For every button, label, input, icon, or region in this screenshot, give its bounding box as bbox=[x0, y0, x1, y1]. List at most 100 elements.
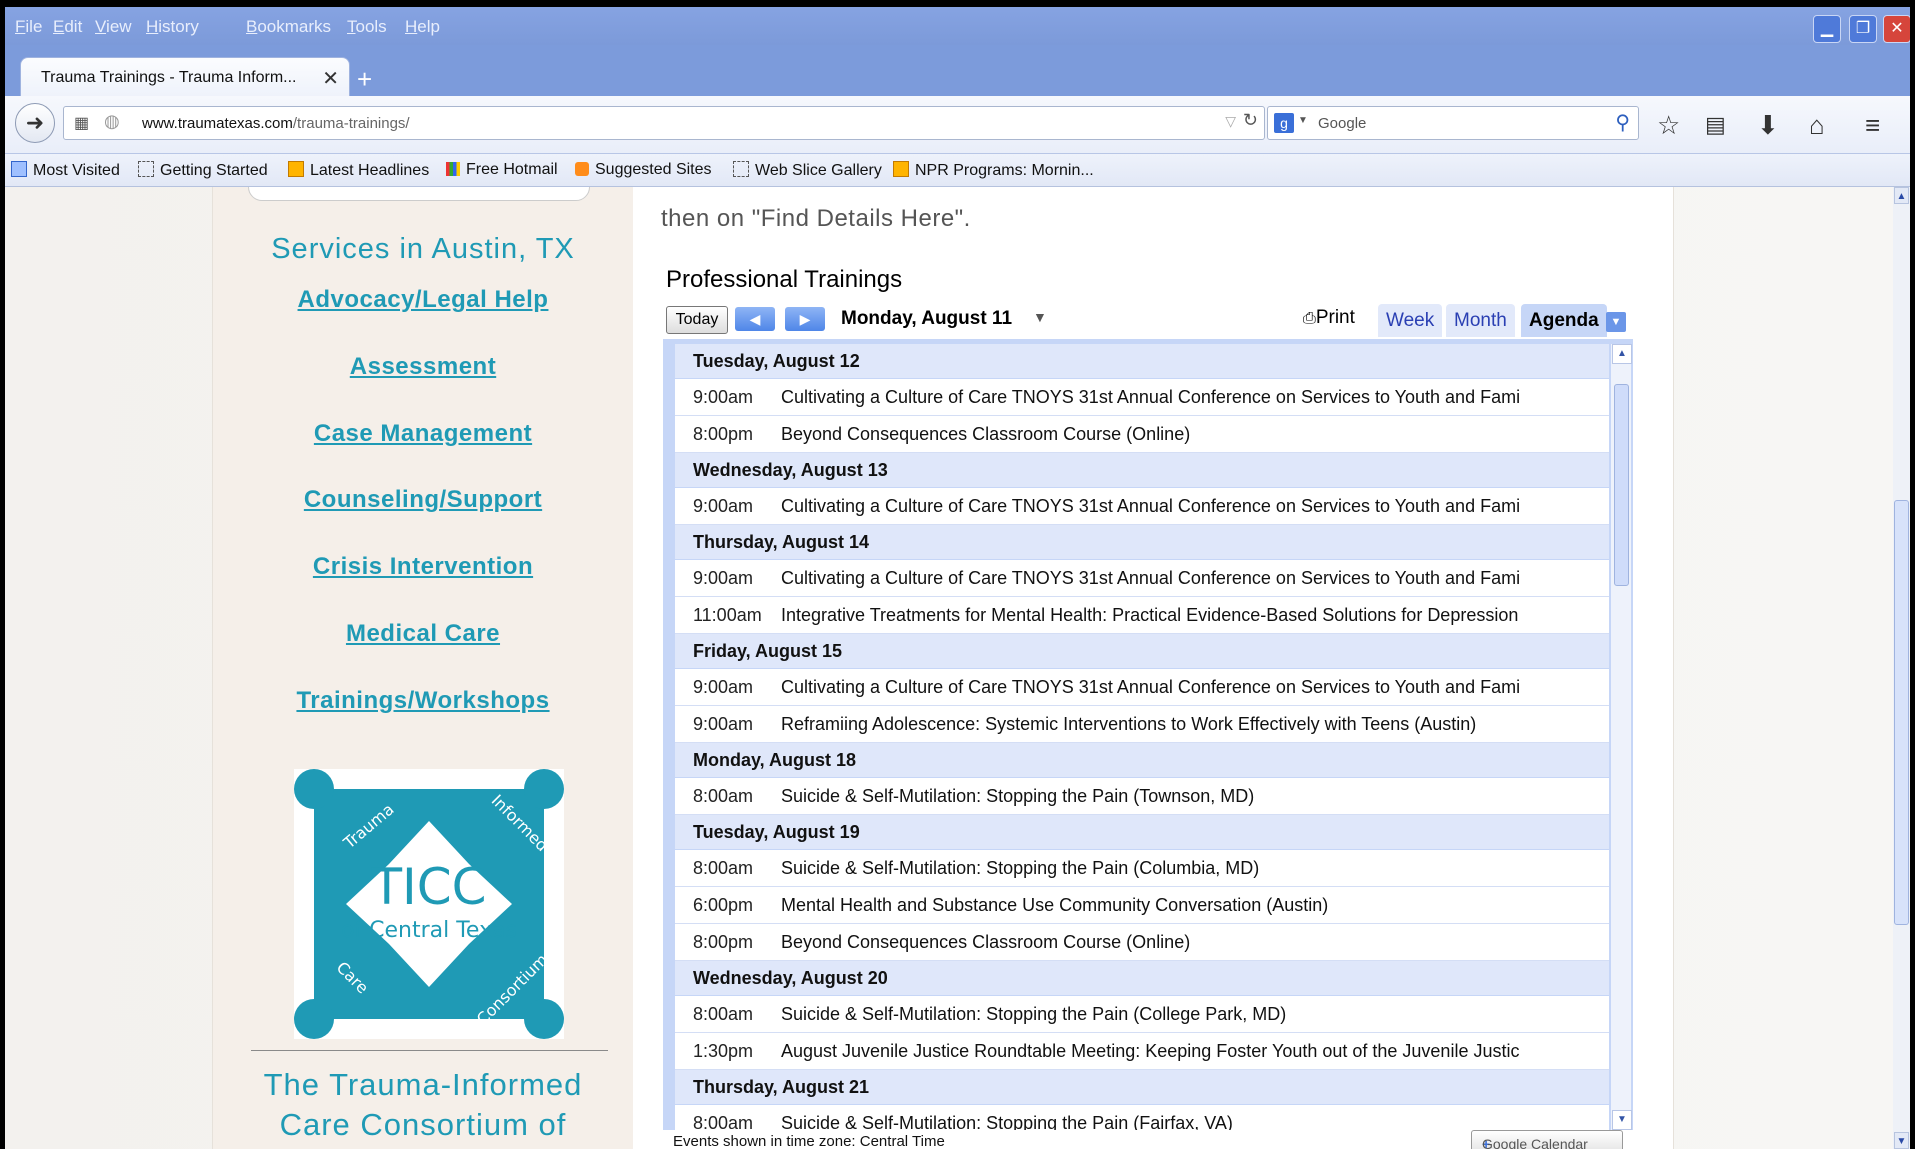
event-title[interactable]: Cultivating a Culture of Care TNOYS 31st… bbox=[781, 488, 1520, 524]
page-scroll-thumb[interactable] bbox=[1894, 500, 1909, 925]
tab-month[interactable]: Month bbox=[1446, 304, 1515, 337]
sidebar-link-advocacy[interactable]: Advocacy/Legal Help bbox=[213, 286, 633, 314]
close-window-button[interactable]: ✕ bbox=[1883, 15, 1910, 43]
agenda-event-row[interactable]: 9:00am Cultivating a Culture of Care TNOY… bbox=[675, 560, 1609, 597]
restore-button[interactable]: ❐ bbox=[1849, 15, 1877, 43]
event-title[interactable]: Mental Health and Substance Use Communit… bbox=[781, 887, 1328, 923]
page-scrollbar[interactable]: ▲ ▼ bbox=[1893, 187, 1910, 1149]
agenda-event-row[interactable]: 9:00am Reframiing Adolescence: Systemic I… bbox=[675, 706, 1609, 743]
event-title[interactable]: Beyond Consequences Classroom Course (On… bbox=[781, 924, 1190, 960]
browser-tab[interactable]: Trauma Trainings - Trauma Inform... ✕ bbox=[20, 57, 350, 98]
bookmark-star-icon[interactable]: ☆ bbox=[1657, 110, 1680, 141]
event-title[interactable]: Suicide & Self-Mutilation: Stopping the … bbox=[781, 778, 1254, 814]
search-icon[interactable]: ⚲ bbox=[1615, 110, 1630, 135]
agenda-day-header: Wednesday, August 13 bbox=[675, 453, 1609, 488]
search-placeholder: Google bbox=[1318, 115, 1367, 132]
event-title[interactable]: Cultivating a Culture of Care TNOYS 31st… bbox=[781, 560, 1520, 596]
event-title[interactable]: Cultivating a Culture of Care TNOYS 31st… bbox=[781, 379, 1520, 415]
google-calendar-label: Google Calendar bbox=[1482, 1136, 1588, 1149]
menu-help[interactable]: Help bbox=[405, 17, 440, 37]
new-tab-icon[interactable]: + bbox=[357, 64, 372, 95]
bookmark-item[interactable]: Free Hotmail bbox=[446, 161, 558, 179]
engine-dropdown-icon[interactable]: ▼ bbox=[1298, 115, 1308, 126]
menu-edit[interactable]: Edit bbox=[53, 17, 82, 37]
url-text[interactable]: www.traumatexas.com/trauma-trainings/ bbox=[142, 115, 410, 132]
bookmark-item[interactable]: Getting Started bbox=[138, 161, 268, 180]
agenda-panel: Tuesday, August 12 9:00am Cultivating a Cu… bbox=[663, 339, 1633, 1130]
dropdown-arrow-icon[interactable]: ▽ bbox=[1225, 113, 1236, 130]
event-title[interactable]: Suicide & Self-Mutilation: Stopping the … bbox=[781, 1105, 1233, 1130]
bookmark-item[interactable]: Suggested Sites bbox=[575, 161, 712, 179]
hamburger-menu-icon[interactable]: ≡ bbox=[1865, 110, 1880, 141]
next-button[interactable]: ▶ bbox=[785, 307, 825, 331]
agenda-event-row[interactable]: 8:00am Suicide & Self-Mutilation: Stoppin… bbox=[675, 850, 1609, 887]
sidebar-link-crisis[interactable]: Crisis Intervention bbox=[213, 553, 633, 581]
agenda-list[interactable]: Tuesday, August 12 9:00am Cultivating a Cu… bbox=[675, 344, 1609, 1130]
agenda-event-row[interactable]: 9:00am Cultivating a Culture of Care TNOY… bbox=[675, 669, 1609, 706]
print-button[interactable]: ⎙Print bbox=[1303, 307, 1355, 329]
scroll-down-icon[interactable]: ▼ bbox=[1612, 1110, 1632, 1130]
minimize-button[interactable]: ▁ bbox=[1813, 15, 1841, 43]
view-menu-dropdown-icon[interactable]: ▼ bbox=[1606, 312, 1626, 332]
back-button[interactable]: ➜ bbox=[15, 103, 55, 143]
bookmark-item[interactable]: NPR Programs: Mornin... bbox=[893, 161, 1094, 180]
tab-agenda[interactable]: Agenda bbox=[1521, 304, 1607, 337]
date-picker-dropdown-icon[interactable]: ▼ bbox=[1033, 309, 1047, 325]
agenda-event-row[interactable]: 9:00am Cultivating a Culture of Care TNOY… bbox=[675, 488, 1609, 525]
bookmark-item[interactable]: Latest Headlines bbox=[288, 161, 429, 180]
tab-close-icon[interactable]: ✕ bbox=[322, 66, 339, 91]
bookmarks-menu-icon[interactable]: ▤ bbox=[1705, 112, 1726, 138]
bookmark-item[interactable]: Most Visited bbox=[11, 161, 120, 180]
sidebar-link-medical[interactable]: Medical Care bbox=[213, 620, 633, 648]
today-button[interactable]: Today bbox=[666, 306, 728, 334]
page-scroll-up-icon[interactable]: ▲ bbox=[1894, 187, 1909, 204]
page-scroll-down-icon[interactable]: ▼ bbox=[1894, 1132, 1909, 1149]
home-icon[interactable]: ⌂ bbox=[1809, 110, 1825, 141]
agenda-event-row[interactable]: 8:00am Suicide & Self-Mutilation: Stoppin… bbox=[675, 1105, 1609, 1130]
menu-tools[interactable]: Tools bbox=[347, 17, 387, 37]
event-title[interactable]: Cultivating a Culture of Care TNOYS 31st… bbox=[781, 669, 1520, 705]
sidebar-link-assessment[interactable]: Assessment bbox=[213, 353, 633, 381]
calendar-footer: Events shown in time zone: Central Time … bbox=[663, 1130, 1633, 1149]
tab-week[interactable]: Week bbox=[1378, 304, 1443, 337]
agenda-event-row[interactable]: 8:00pm Beyond Consequences Classroom Cour… bbox=[675, 416, 1609, 453]
event-title[interactable]: Suicide & Self-Mutilation: Stopping the … bbox=[781, 850, 1259, 886]
agenda-day-header: Tuesday, August 19 bbox=[675, 815, 1609, 850]
agenda-event-row[interactable]: 8:00pm Beyond Consequences Classroom Cour… bbox=[675, 924, 1609, 961]
event-title[interactable]: Reframiing Adolescence: Systemic Interve… bbox=[781, 706, 1476, 742]
agenda-event-row[interactable]: 6:00pm Mental Health and Substance Use Co… bbox=[675, 887, 1609, 924]
suggested-sites-icon bbox=[575, 162, 589, 176]
sidebar-link-counseling[interactable]: Counseling/Support bbox=[213, 486, 633, 514]
event-title[interactable]: Beyond Consequences Classroom Course (On… bbox=[781, 416, 1190, 452]
reload-icon[interactable]: ↻ bbox=[1243, 110, 1258, 131]
menu-file[interactable]: File bbox=[15, 17, 42, 37]
agenda-event-row[interactable]: 11:00am Integrative Treatments for Mental… bbox=[675, 597, 1609, 634]
agenda-event-row[interactable]: 1:30pm August Juvenile Justice Roundtable… bbox=[675, 1033, 1609, 1070]
address-bar[interactable]: ▦ ◍ www.traumatexas.com/trauma-trainings… bbox=[63, 106, 1265, 140]
event-title[interactable]: Suicide & Self-Mutilation: Stopping the … bbox=[781, 996, 1286, 1032]
scroll-up-icon[interactable]: ▲ bbox=[1612, 344, 1632, 364]
previous-button[interactable]: ◀ bbox=[735, 307, 775, 331]
sidebar-link-trainings[interactable]: Trainings/Workshops bbox=[213, 687, 633, 715]
agenda-scrollbar[interactable]: ▲ ▼ bbox=[1611, 344, 1632, 1130]
google-search-engine-icon[interactable]: g bbox=[1274, 113, 1294, 133]
downloads-icon[interactable]: ⬇ bbox=[1757, 110, 1779, 141]
menu-view[interactable]: View bbox=[95, 17, 132, 37]
event-title[interactable]: August Juvenile Justice Roundtable Meeti… bbox=[781, 1033, 1519, 1069]
agenda-event-row[interactable]: 8:00am Suicide & Self-Mutilation: Stoppin… bbox=[675, 778, 1609, 815]
identity-icon[interactable]: ▦ bbox=[74, 113, 89, 133]
agenda-scroll-thumb[interactable] bbox=[1614, 384, 1629, 586]
agenda-event-row[interactable]: 8:00am Suicide & Self-Mutilation: Stoppin… bbox=[675, 996, 1609, 1033]
date-range-label[interactable]: Monday, August 11 bbox=[841, 308, 1012, 330]
bookmark-item[interactable]: Web Slice Gallery bbox=[733, 161, 882, 180]
site-search-input[interactable] bbox=[248, 187, 590, 201]
menu-bookmarks[interactable]: Bookmarks bbox=[246, 17, 331, 37]
google-calendar-button[interactable]: + Google Calendar bbox=[1471, 1130, 1623, 1149]
search-box[interactable]: g ▼ Google ⚲ bbox=[1267, 106, 1639, 140]
intro-text: then on "Find Details Here". bbox=[661, 205, 971, 232]
menu-history[interactable]: History bbox=[146, 17, 199, 37]
sidebar-link-case-management[interactable]: Case Management bbox=[213, 420, 633, 448]
agenda-event-row[interactable]: 9:00am Cultivating a Culture of Care TNOY… bbox=[675, 379, 1609, 416]
event-time: 9:00am bbox=[693, 496, 754, 516]
event-title[interactable]: Integrative Treatments for Mental Health… bbox=[781, 597, 1518, 633]
